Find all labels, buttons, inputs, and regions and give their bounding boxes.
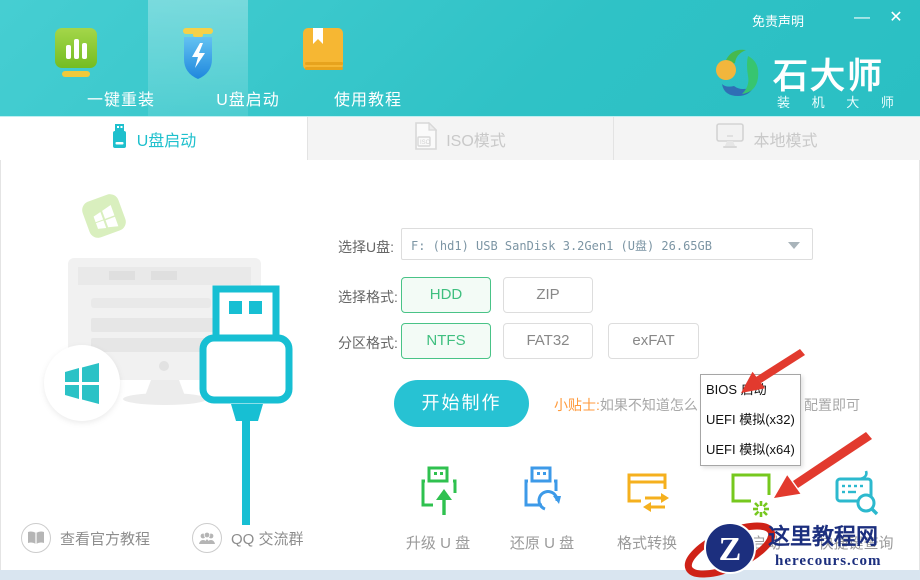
usb-select-value: F: (hd1) USB SanDisk 3.2Gen1 (U盘) 26.65G… xyxy=(411,237,712,254)
windows-tile-icon xyxy=(80,192,129,241)
brand-logo-icon xyxy=(712,44,768,107)
nav-label: 使用教程 xyxy=(323,86,413,110)
tab-local-mode[interactable]: 本地模式 xyxy=(613,117,920,161)
minimize-button[interactable]: — xyxy=(850,6,874,30)
usb-plug-illustration xyxy=(31,170,316,535)
brand-subtitle: 装 机 大 师 xyxy=(777,92,903,111)
tool-label: 升级 U 盘 xyxy=(390,532,486,553)
tip-text-right: 配置即可 xyxy=(804,395,860,415)
tip-text-left: 小贴士:如果不知道怎么 xyxy=(554,395,698,415)
menu-item-bios-boot[interactable]: BIOS 启动 xyxy=(701,375,800,405)
partition-option-ntfs[interactable]: NTFS xyxy=(401,323,491,359)
format-convert-icon xyxy=(621,506,673,523)
start-make-button[interactable]: 开始制作 xyxy=(394,380,529,427)
menu-item-uefi-x64[interactable]: UEFI 模拟(x64) xyxy=(701,435,800,465)
tab-label: ISO模式 xyxy=(446,127,506,151)
usb-restore-icon xyxy=(517,506,567,523)
tutorial-book-icon xyxy=(300,26,346,83)
watermark-letter: Z xyxy=(719,531,742,568)
partition-option-exfat[interactable]: exFAT xyxy=(608,323,699,359)
tab-iso-mode[interactable]: ISO ISO模式 xyxy=(307,117,613,161)
iso-file-icon: ISO xyxy=(415,122,437,155)
close-button[interactable]: ✕ xyxy=(884,6,908,30)
qq-group-link[interactable]: QQ 交流群 xyxy=(192,523,304,553)
usb-select-label: 选择U盘: xyxy=(338,237,394,257)
nav-item-usb-boot[interactable]: U盘启动 xyxy=(148,0,248,116)
usb-upgrade-icon xyxy=(413,506,463,523)
tool-restore-usb[interactable]: 还原 U 盘 xyxy=(494,465,590,553)
nav-item-tutorial[interactable]: 使用教程 xyxy=(278,0,368,116)
partition-label: 分区格式: xyxy=(338,333,398,353)
tip-prefix: 小贴士: xyxy=(554,397,600,413)
iso-badge-text: ISO xyxy=(420,140,431,146)
main-content: 选择U盘: F: (hd1) USB SanDisk 3.2Gen1 (U盘) … xyxy=(0,160,920,570)
reinstall-icon xyxy=(53,26,99,85)
menu-item-uefi-x32[interactable]: UEFI 模拟(x32) xyxy=(701,405,800,435)
watermark-domain: herecours.com xyxy=(775,553,881,569)
boot-mode-context-menu: BIOS 启动 UEFI 模拟(x32) UEFI 模拟(x64) xyxy=(700,374,801,466)
tab-label: U盘启动 xyxy=(137,127,197,151)
tab-label: 本地模式 xyxy=(753,127,817,151)
official-tutorial-link[interactable]: 查看官方教程 xyxy=(21,523,150,553)
format-label: 选择格式: xyxy=(338,287,398,307)
watermark-title: 这里教程网 xyxy=(768,524,878,549)
chevron-down-icon xyxy=(788,242,800,249)
mode-tabs: U盘启动 ISO ISO模式 本地模式 xyxy=(0,116,920,160)
footer-link-label: QQ 交流群 xyxy=(231,528,304,549)
usb-drive-icon xyxy=(111,124,128,155)
group-icon xyxy=(192,523,222,553)
usb-select-dropdown[interactable]: F: (hd1) USB SanDisk 3.2Gen1 (U盘) 26.65G… xyxy=(401,228,813,260)
nav-item-reinstall[interactable]: 一键重装 xyxy=(31,0,121,116)
tool-label: 还原 U 盘 xyxy=(494,532,590,553)
book-icon xyxy=(21,523,51,553)
tool-upgrade-usb[interactable]: 升级 U 盘 xyxy=(390,465,486,553)
site-watermark: Z 这里教程网 herecours.com xyxy=(680,510,920,580)
tip-body: 如果不知道怎么 xyxy=(600,397,698,413)
usb-boot-shield-icon xyxy=(174,26,222,87)
footer-link-label: 查看官方教程 xyxy=(60,528,150,549)
disclaimer-link[interactable]: 免责声明 xyxy=(752,11,804,30)
format-option-zip[interactable]: ZIP xyxy=(503,277,593,313)
format-option-hdd[interactable]: HDD xyxy=(401,277,491,313)
tab-usb-boot[interactable]: U盘启动 xyxy=(0,117,307,161)
monitor-icon xyxy=(716,123,744,154)
partition-option-fat32[interactable]: FAT32 xyxy=(503,323,593,359)
header: 一键重装 U盘启动 使用教程 免责声明 — ✕ xyxy=(0,0,920,116)
